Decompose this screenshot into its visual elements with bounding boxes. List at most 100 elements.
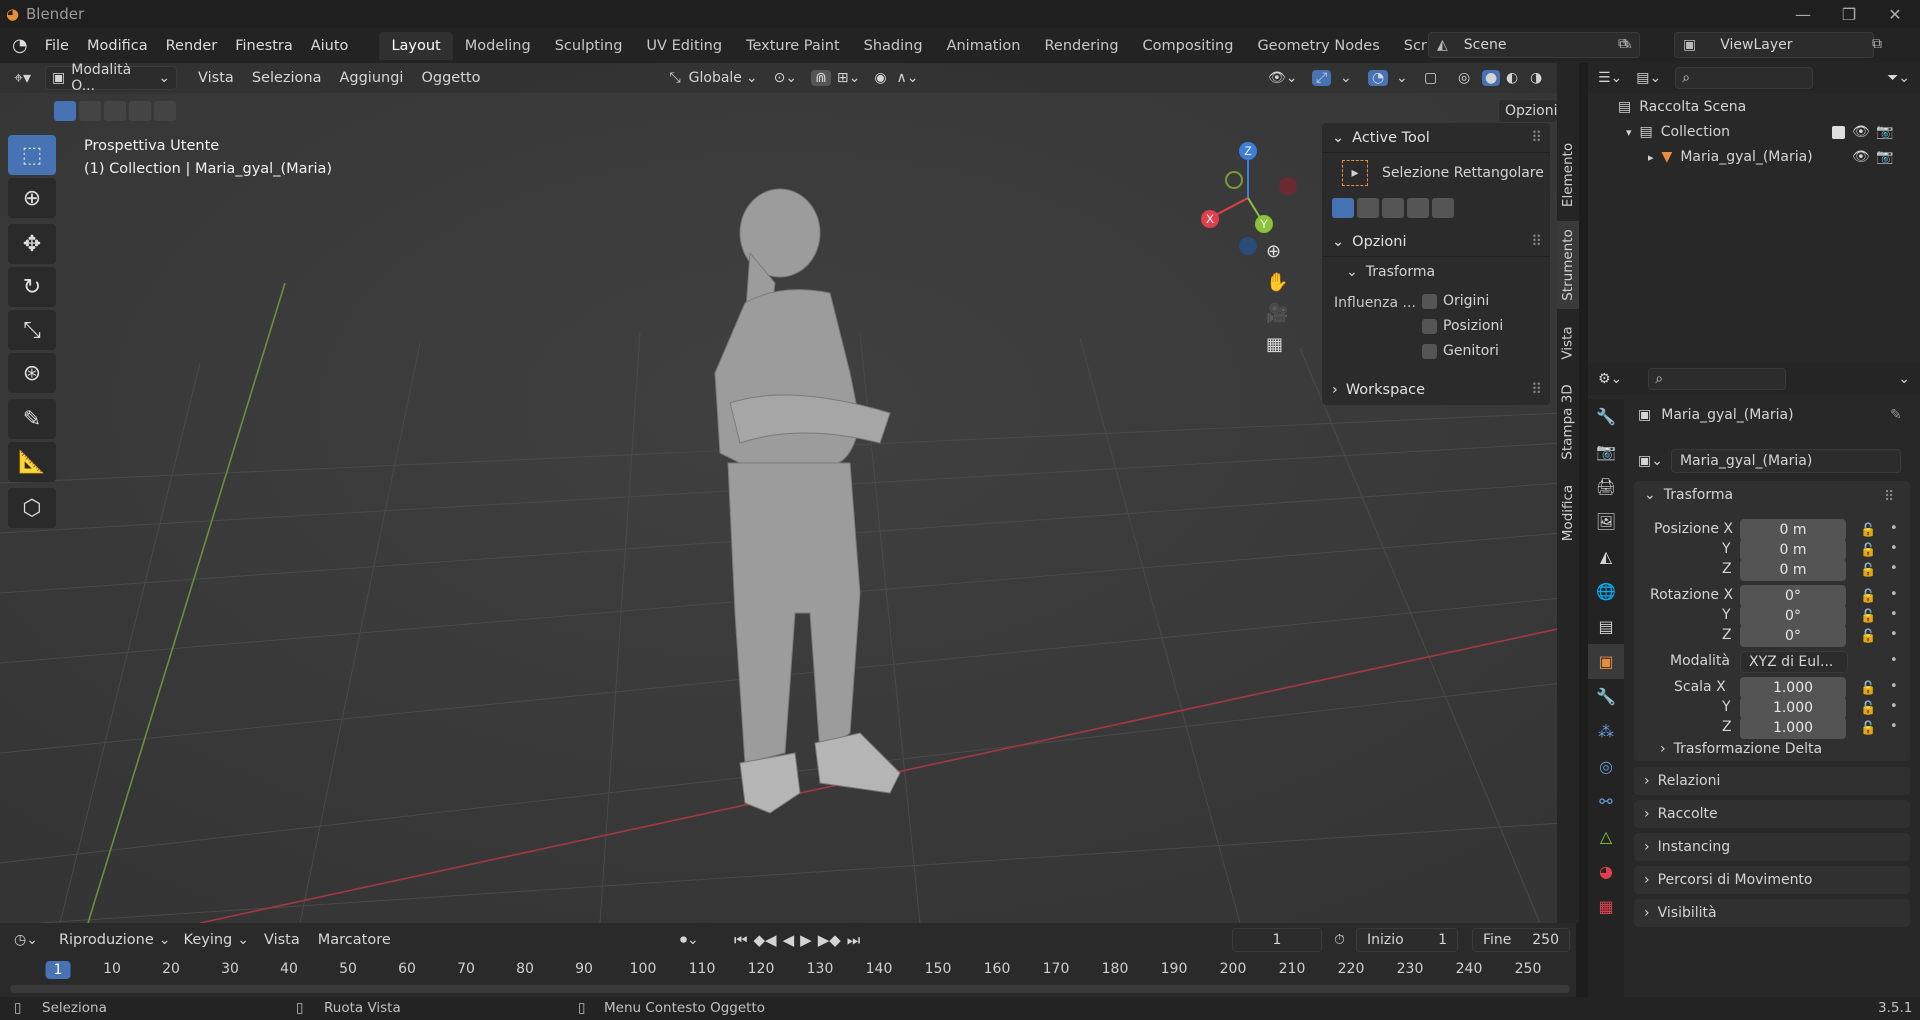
maximize-button[interactable]: ❐ [1826, 0, 1872, 28]
overlay-toggle-icon[interactable]: ◔ [1368, 70, 1389, 86]
outliner-object[interactable]: ▸ ▼ Maria_gyal_(Maria) 👁 📷 [1648, 149, 1920, 165]
tab-rendering[interactable]: Rendering [1033, 32, 1131, 60]
snap-target-icon[interactable]: ⊞⌄ [837, 70, 860, 86]
move-tool-icon[interactable]: ✥ [8, 224, 56, 264]
tab-edit[interactable]: Modifica [1557, 473, 1579, 553]
jump-start-icon[interactable]: ⏮ [734, 931, 748, 949]
mode-subtract-icon[interactable] [1382, 198, 1404, 218]
chevron-down-icon[interactable]: ⌄ [1396, 70, 1408, 86]
scale-y-field[interactable]: 1.000 [1740, 697, 1846, 719]
annotate-tool-icon[interactable]: ✎ [8, 399, 56, 439]
falloff-icon[interactable]: ∧⌄ [897, 70, 919, 86]
start-frame-field[interactable]: Inizio 1 [1356, 928, 1458, 952]
instancing-panel[interactable]: › Instancing [1634, 833, 1910, 861]
keyframe-dot-icon[interactable]: • [1890, 561, 1898, 576]
end-frame-field[interactable]: Fine 250 [1472, 928, 1570, 952]
visibility-panel[interactable]: › Visibilità [1634, 899, 1910, 927]
new-scene-icon[interactable]: ⧉ [1618, 36, 1628, 52]
motion-paths-panel[interactable]: › Percorsi di Movimento [1634, 866, 1910, 894]
orientation-selector[interactable]: ⤡ Globale ⌄ [669, 70, 757, 86]
menu-marker[interactable]: Marcatore [309, 932, 400, 948]
lock-icon[interactable]: 🔓 [1860, 701, 1876, 716]
rotate-tool-icon[interactable]: ↻ [8, 267, 56, 307]
menu-object[interactable]: Oggetto [412, 70, 489, 86]
frame-ruler[interactable]: 1 10 20 30 40 50 60 70 80 90 100 110 120 130 140 150 160… [0, 959, 1576, 981]
chevron-right-icon[interactable]: ▸ [1648, 151, 1654, 164]
delta-transform-header[interactable]: › Trasformazione Delta [1660, 741, 1822, 757]
prev-keyframe-icon[interactable]: ◆◀ [754, 931, 777, 949]
material-shading-icon[interactable]: ◐ [1506, 70, 1518, 86]
menu-view[interactable]: Vista [189, 70, 243, 86]
rotation-x-field[interactable]: 0° [1740, 585, 1846, 607]
clock-icon[interactable]: ⏱ [1334, 932, 1345, 948]
cursor-tool-icon[interactable]: ⊕ [8, 178, 56, 218]
close-button[interactable]: ✕ [1872, 0, 1918, 28]
workspace-header[interactable]: › Workspace ⠿ [1322, 375, 1550, 405]
options-header[interactable]: ⌄ Opzioni ⠿ [1322, 227, 1550, 257]
texture-tab-icon[interactable]: ▦ [1588, 889, 1624, 924]
eye-icon[interactable]: 👁 [1852, 124, 1870, 140]
select-box-icon[interactable]: ▸ [1342, 160, 1368, 186]
camera-render-icon[interactable]: 📷 [1876, 149, 1893, 165]
scale-tool-icon[interactable]: ⤡ [8, 310, 56, 350]
display-mode-icon[interactable]: ▤⌄ [1636, 70, 1661, 86]
modifier-tab-icon[interactable]: 🔧 [1588, 679, 1624, 714]
editor-type-icon[interactable]: ⌖▾ [14, 68, 31, 88]
add-cube-tool-icon[interactable]: ⬡ [8, 488, 56, 528]
select-subtract-icon[interactable] [104, 101, 126, 121]
blender-menu-icon[interactable]: ◔ [12, 35, 28, 56]
keyframe-dot-icon[interactable]: • [1890, 541, 1898, 556]
lock-icon[interactable]: 🔓 [1860, 629, 1876, 644]
play-icon[interactable]: ▶ [800, 931, 812, 949]
exclude-checkbox[interactable] [1832, 125, 1845, 139]
collection-tab-icon[interactable]: ▤ [1588, 609, 1624, 644]
pin-icon[interactable]: ✎ [1890, 407, 1902, 423]
mode-selector[interactable]: ▣ Modalità O... ⌄ [45, 63, 178, 94]
record-icon[interactable]: ⏺⌄ [680, 932, 699, 948]
view-layer-tab-icon[interactable]: 🖼 [1588, 504, 1624, 539]
mode-extend-icon[interactable] [1357, 198, 1379, 218]
outliner-search-input[interactable]: ⌕ [1675, 67, 1814, 89]
zoom-icon[interactable]: ⊕ [1266, 241, 1288, 262]
outliner-type-icon[interactable]: ☰⌄ [1598, 70, 1622, 86]
gizmo-toggle-icon[interactable]: ⤢ [1312, 70, 1332, 86]
rotation-mode-dropdown[interactable]: XYZ di Eul... [1740, 651, 1848, 673]
menu-timeline-view[interactable]: Vista [255, 932, 309, 948]
filter-icon[interactable]: ⏷⌄ [1887, 70, 1910, 86]
lock-icon[interactable]: 🔓 [1860, 609, 1876, 624]
select-box-tool-icon[interactable]: ⬚ [8, 135, 56, 175]
lock-icon[interactable]: 🔓 [1860, 721, 1876, 736]
pivot-icon[interactable]: ⊙⌄ [774, 70, 797, 86]
positions-checkbox[interactable]: Posizioni [1422, 318, 1503, 334]
jump-end-icon[interactable]: ⏭ [847, 931, 861, 949]
data-tab-icon[interactable]: △ [1588, 819, 1624, 854]
menu-render[interactable]: Render [157, 32, 227, 60]
visibility-icon[interactable]: 👁⌄ [1268, 70, 1298, 86]
tab-compositing[interactable]: Compositing [1131, 32, 1246, 60]
lock-icon[interactable]: 🔓 [1860, 681, 1876, 696]
keyframe-dot-icon[interactable]: • [1890, 607, 1898, 622]
mode-invert-icon[interactable] [1407, 198, 1429, 218]
outliner-collection[interactable]: ▾ ▤ Collection 👁 📷 [1626, 124, 1920, 140]
snap-icon[interactable]: ⋒ [811, 70, 831, 86]
parents-checkbox[interactable]: Genitori [1422, 343, 1499, 359]
solid-shading-icon[interactable]: ● [1482, 70, 1501, 86]
next-keyframe-icon[interactable]: ▶◆ [818, 931, 841, 949]
tab-geometry-nodes[interactable]: Geometry Nodes [1245, 32, 1391, 60]
camera-icon[interactable]: 🎥 [1266, 303, 1288, 324]
viewlayer-selector[interactable]: ▣ ViewLayer [1674, 32, 1874, 58]
3d-viewport[interactable]: ⌖▾ ▣ Modalità O... ⌄ Vista Seleziona Agg… [0, 63, 1562, 923]
collections-panel[interactable]: › Raccolte [1634, 800, 1910, 828]
location-x-field[interactable]: 0 m [1740, 519, 1846, 541]
properties-type-icon[interactable]: ⚙⌄ [1598, 371, 1622, 387]
tab-sculpting[interactable]: Sculpting [543, 32, 635, 60]
object-type-icon[interactable]: ▣⌄ [1638, 453, 1663, 469]
mode-intersect-icon[interactable] [1432, 198, 1454, 218]
scene-selector[interactable]: ◭ Scene ✎ [1428, 32, 1640, 58]
select-new-icon[interactable] [54, 101, 76, 121]
relations-panel[interactable]: › Relazioni [1634, 767, 1910, 795]
options-dropdown[interactable]: Opzioni [1498, 99, 1558, 123]
location-y-field[interactable]: 0 m [1740, 539, 1846, 561]
minimize-button[interactable]: — [1780, 0, 1826, 28]
tab-texture-paint[interactable]: Texture Paint [734, 32, 852, 60]
